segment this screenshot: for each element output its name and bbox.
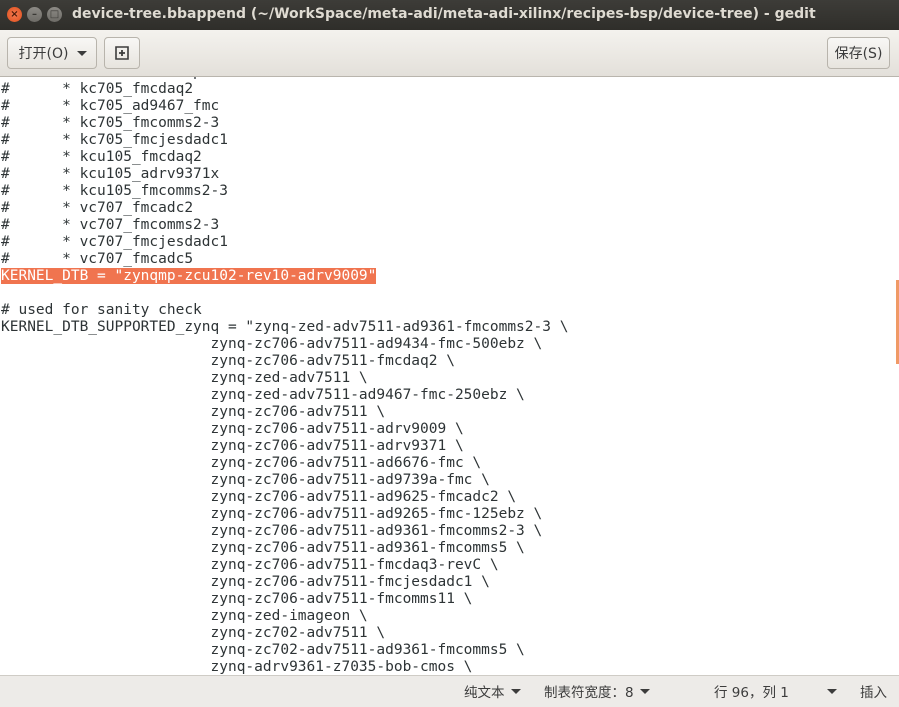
save-button[interactable]: 保存(S) (827, 37, 890, 69)
code-line: zynq-zc706-adv7511-fmcjesdadc1 \ (1, 574, 490, 590)
code-line: zynq-adrv9361-z7035-bob-cmos \ (1, 659, 473, 675)
chevron-down-icon (77, 50, 88, 56)
code-line: zynq-zc706-adv7511-adrv9009 \ (1, 421, 464, 437)
code-line: zynq-zc706-adv7511-fmcomms11 \ (1, 591, 473, 607)
code-line: zynq-zc706-adv7511-ad9361-fmcomms2-3 \ (1, 523, 543, 539)
code-line: zynq-zc706-adv7511-fmcdaq2 \ (1, 353, 455, 369)
language-selector[interactable]: 纯文本 (464, 681, 521, 701)
code-line: zynq-zc706-adv7511-ad6676-fmc \ (1, 455, 482, 471)
code-line: zynq-zed-adv7511-ad9467-fmc-250ebz \ (1, 387, 525, 403)
code-line: zynq-zc706-adv7511-ad9434-fmc-500ebz \ (1, 336, 543, 352)
tab-width-selector[interactable]: 制表符宽度：8 (544, 681, 650, 701)
code-line: # used for sanity check (1, 302, 202, 318)
code-line: zynq-zc702-adv7511-ad9361-fmcomms5 \ (1, 642, 525, 658)
code-line: # * vc707_fmcadc2 (1, 200, 194, 216)
code-line: zynq-zed-imageon \ (1, 608, 368, 624)
code-line: KERNEL_DTB = "zynqmp-zcu102-rev10-adrv90… (1, 268, 568, 285)
code-line: # * vc707_fmcadc5 (1, 251, 194, 267)
minimize-window-button[interactable]: – (27, 7, 42, 22)
code-line: # * kcu105_fmcomms2-3 (1, 183, 228, 199)
code-line: zynq-zc706-adv7511 \ (1, 404, 386, 420)
code-line: zynq-zc706-adv7511-fmcdaq3-revC \ (1, 557, 499, 573)
code-line: # * vc707_fmcjesdadc1 (1, 234, 228, 250)
code-line: # * kcu105_fmcdaq2 (1, 149, 202, 165)
close-window-button[interactable]: × (7, 7, 22, 22)
code-line: zynq-zc706-adv7511-ad9361-fmcomms5 \ (1, 540, 525, 556)
text-editor[interactable]: # for interestuze platforms# * kc705_fmc… (0, 77, 899, 675)
code-lines: # for interestuze platforms# * kc705_fmc… (1, 77, 568, 675)
document-new-icon (115, 46, 129, 60)
open-button-label: 打开(O) (18, 46, 69, 62)
chevron-down-icon (826, 688, 837, 694)
selected-text: KERNEL_DTB = "zynqmp-zcu102-rev10-adrv90… (1, 268, 377, 284)
cursor-position-label: 行 96，列 1 (714, 685, 789, 701)
insert-mode-indicator[interactable]: 插入 (860, 681, 887, 701)
insert-mode-label: 插入 (860, 685, 887, 701)
code-line: # * vc707_fmcomms2-3 (1, 217, 220, 233)
code-line: zynq-zc702-adv7511 \ (1, 625, 386, 641)
chevron-down-icon (510, 688, 521, 694)
code-line: # * kc705_fmcdaq2 (1, 81, 194, 97)
save-button-label: 保存(S) (834, 46, 883, 62)
code-line: zynq-zc706-adv7511-adrv9371 \ (1, 438, 464, 454)
new-document-button[interactable] (104, 37, 140, 69)
code-line: zynq-zed-adv7511 \ (1, 370, 368, 386)
code-line: # * kc705_fmcomms2-3 (1, 115, 220, 131)
tab-width-label: 制表符宽度：8 (544, 685, 634, 701)
code-line: # * kc705_fmcjesdadc1 (1, 132, 228, 148)
chevron-down-icon (639, 688, 650, 694)
code-line: # * kc705_ad9467_fmc (1, 98, 220, 114)
code-line: # * kcu105_adrv9371x (1, 166, 220, 182)
status-bar: 纯文本 制表符宽度：8 行 96，列 1 插入 (0, 675, 899, 707)
language-label: 纯文本 (464, 685, 505, 701)
code-line: zynq-zc706-adv7511-ad9739a-fmc \ (1, 472, 490, 488)
window-title: device-tree.bbappend (~/WorkSpace/meta-a… (72, 6, 816, 22)
open-button[interactable]: 打开(O) (7, 37, 97, 69)
header-bar: 打开(O) 保存(S) (0, 30, 899, 77)
title-bar: × – □ device-tree.bbappend (~/WorkSpace/… (0, 0, 899, 30)
code-line: zynq-zc706-adv7511-ad9625-fmcadc2 \ (1, 489, 517, 505)
code-line: KERNEL_DTB_SUPPORTED_zynq = "zynq-zed-ad… (1, 319, 569, 335)
code-line: zynq-zc706-adv7511-ad9265-fmc-125ebz \ (1, 506, 543, 522)
maximize-window-button[interactable]: □ (47, 7, 62, 22)
cursor-position-selector[interactable]: 行 96，列 1 (714, 681, 837, 701)
